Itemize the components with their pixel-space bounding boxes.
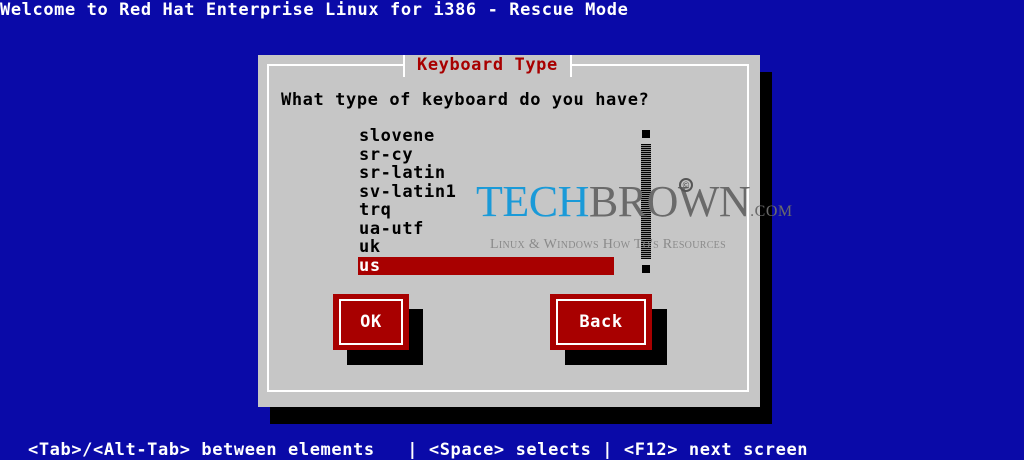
list-scrollbar[interactable] [641,130,651,273]
scroll-down-marker [642,265,650,273]
keyboard-help-footer: <Tab>/<Alt-Tab> between elements | <Spac… [28,440,809,460]
back-button[interactable]: Back [550,294,652,350]
keyboard-type-dialog: Keyboard Type What type of keyboard do y… [258,55,760,407]
scroll-track[interactable] [641,144,651,259]
list-item-sr-latin[interactable]: sr-latin [358,164,614,183]
list-item-sv-latin1[interactable]: sv-latin1 [358,183,614,202]
ok-button-label: OK [339,299,403,345]
back-button-label: Back [556,299,646,345]
list-item-trq[interactable]: trq [358,201,614,220]
list-item-sr-cy[interactable]: sr-cy [358,146,614,165]
list-item-uk[interactable]: uk [358,238,614,257]
list-item-us-selected[interactable]: us [358,256,614,275]
list-item-slovene[interactable]: slovene [358,127,614,146]
ok-button[interactable]: OK [333,294,409,350]
keyboard-list[interactable]: slovene sr-cy sr-latin sv-latin1 trq ua-… [358,127,614,275]
scroll-up-marker [642,130,650,138]
screen-title: Welcome to Red Hat Enterprise Linux for … [0,0,629,20]
dialog-title: Keyboard Type [403,55,572,77]
list-item-ua-utf[interactable]: ua-utf [358,220,614,239]
dialog-question: What type of keyboard do you have? [281,90,650,110]
